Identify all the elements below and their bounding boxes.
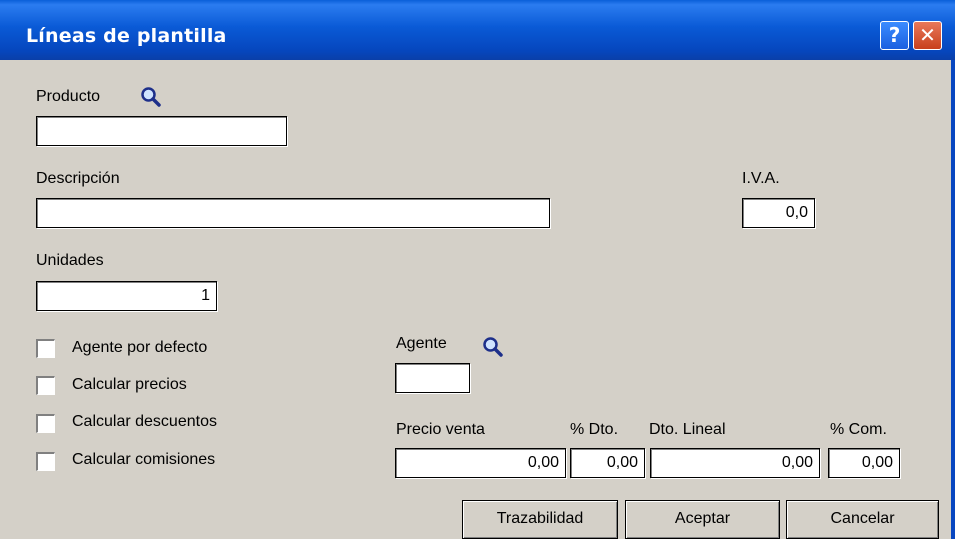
window-frame: [951, 60, 955, 539]
agente-por-defecto-label: Agente por defecto: [72, 339, 208, 356]
descripcion-label: Descripción: [36, 170, 120, 187]
dto-lineal-input[interactable]: 0,00: [650, 448, 820, 478]
dto-label: % Dto.: [570, 421, 619, 438]
dto-lineal-label: Dto. Lineal: [649, 421, 726, 438]
descripcion-input[interactable]: [36, 198, 550, 228]
iva-label: I.V.A.: [742, 170, 780, 187]
window-title: Líneas de plantilla: [26, 25, 227, 47]
unidades-label: Unidades: [36, 252, 104, 269]
trazabilidad-button[interactable]: Trazabilidad: [462, 500, 618, 539]
calcular-descuentos-label: Calcular descuentos: [72, 413, 217, 430]
precio-venta-input[interactable]: 0,00: [395, 448, 566, 478]
aceptar-button[interactable]: Aceptar: [625, 500, 780, 539]
calcular-comisiones-label: Calcular comisiones: [72, 451, 216, 468]
producto-input[interactable]: [36, 116, 287, 146]
calcular-descuentos-checkbox[interactable]: [36, 414, 55, 433]
agente-por-defecto-checkbox[interactable]: [36, 339, 55, 358]
producto-search-icon[interactable]: [140, 86, 162, 108]
agente-search-icon[interactable]: [482, 336, 504, 358]
calcular-precios-label: Calcular precios: [72, 376, 187, 393]
unidades-input[interactable]: 1: [36, 281, 217, 311]
dto-input[interactable]: 0,00: [570, 448, 645, 478]
producto-label: Producto: [36, 88, 101, 105]
title-bar: Líneas de plantilla ? ✕: [0, 0, 955, 60]
com-input[interactable]: 0,00: [828, 448, 900, 478]
close-button[interactable]: ✕: [913, 21, 942, 50]
iva-input[interactable]: 0,0: [742, 198, 815, 228]
calcular-precios-checkbox[interactable]: [36, 376, 55, 395]
agente-label: Agente: [396, 335, 447, 352]
calcular-comisiones-checkbox[interactable]: [36, 452, 55, 471]
com-label: % Com.: [830, 421, 887, 438]
cancelar-button[interactable]: Cancelar: [786, 500, 939, 539]
agente-input[interactable]: [395, 363, 470, 393]
precio-venta-label: Precio venta: [396, 421, 485, 438]
help-button[interactable]: ?: [880, 21, 909, 50]
